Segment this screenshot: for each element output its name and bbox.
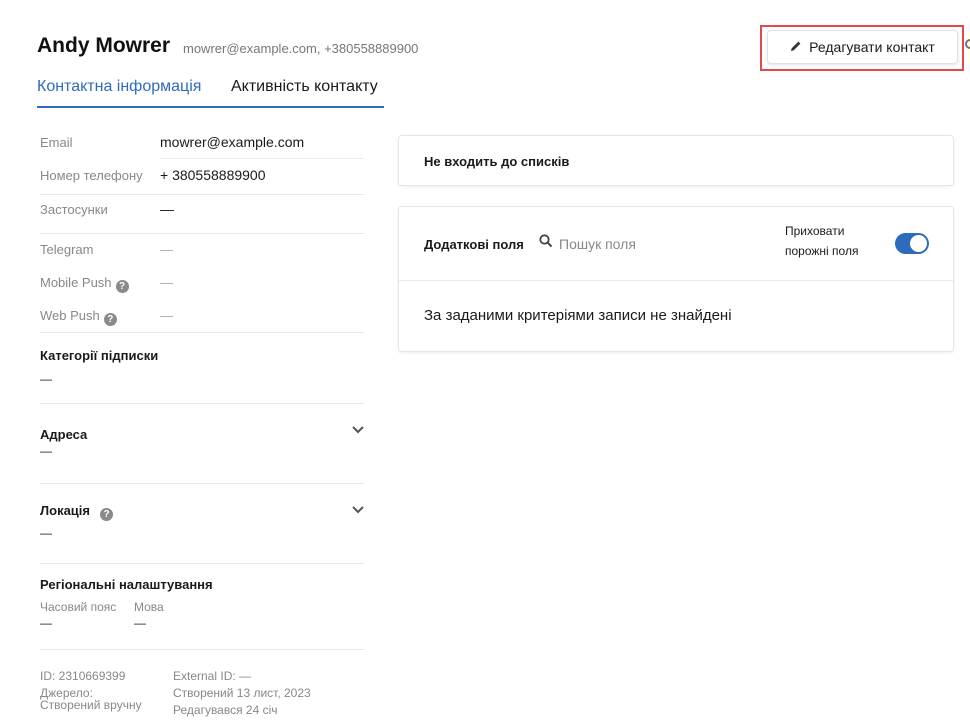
edit-contact-button[interactable]: Редагувати контакт — [767, 30, 958, 64]
source-value: Створений вручну — [40, 698, 142, 712]
additional-fields-card: Додаткові поля Приховати порожні поля За… — [398, 206, 954, 352]
field-search-input[interactable] — [559, 235, 729, 252]
contact-subtitle: mowrer@example.com, +380558889900 — [183, 41, 419, 56]
external-id: External ID: — — [173, 669, 252, 683]
hide-empty-toggle[interactable] — [895, 233, 929, 254]
contact-id: ID: 2310669399 — [40, 669, 126, 683]
mobile-push-value: — — [160, 275, 173, 290]
location-title: Локація — [40, 503, 90, 518]
divider — [40, 403, 364, 404]
phone-label: Номер телефону — [40, 168, 143, 183]
chevron-down-icon[interactable] — [351, 422, 365, 434]
divider — [40, 649, 364, 650]
web-push-label: Web Push — [40, 308, 100, 323]
web-push-row: Web Push? — [40, 308, 117, 326]
mobile-push-row: Mobile Push? — [40, 275, 129, 293]
phone-value: + 380558889900 — [160, 167, 266, 183]
additional-fields-title: Додаткові поля — [424, 237, 524, 252]
chevron-down-icon[interactable] — [351, 502, 365, 514]
edit-contact-label: Редагувати контакт — [809, 39, 935, 55]
divider — [40, 483, 364, 484]
tab-underline — [37, 106, 384, 108]
language-label: Мова — [134, 600, 164, 614]
lists-card: Не входить до списків — [398, 135, 954, 186]
divider — [160, 158, 364, 159]
subscription-title: Категорії підписки — [40, 348, 159, 363]
regional-title: Регіональні налаштування — [40, 577, 213, 592]
apps-value: — — [160, 201, 174, 217]
help-icon[interactable]: ? — [100, 508, 113, 521]
telegram-value: — — [160, 242, 173, 257]
toggle-knob — [910, 235, 927, 252]
timezone-label: Часовий пояс — [40, 600, 117, 614]
divider — [40, 233, 364, 234]
lists-status: Не входить до списків — [424, 154, 570, 169]
created-date: Створений 13 лист, 2023 — [173, 686, 311, 700]
help-icon[interactable]: ? — [103, 313, 117, 326]
search-icon — [539, 234, 553, 253]
help-icon[interactable]: ? — [115, 280, 129, 293]
pencil-icon — [790, 39, 802, 55]
divider — [40, 332, 364, 333]
subscription-value: — — [40, 372, 52, 386]
hide-empty-line2: порожні поля — [785, 244, 859, 258]
field-search — [539, 234, 729, 253]
divider — [40, 563, 364, 564]
tab-contact-info[interactable]: Контактна інформація — [37, 78, 201, 96]
apps-label: Застосунки — [40, 202, 108, 217]
timezone-value: — — [40, 616, 52, 630]
email-value: mowrer@example.com — [160, 134, 305, 150]
empty-results-message: За заданими критеріями записи не знайден… — [424, 307, 732, 324]
telegram-label: Telegram — [40, 242, 94, 257]
email-label: Email — [40, 135, 73, 150]
hide-empty-label: Приховати порожні поля — [785, 221, 885, 261]
edited-date: Редагувався 24 січ — [173, 703, 278, 717]
address-title: Адреса — [40, 427, 88, 442]
tab-contact-activity[interactable]: Активність контакту — [231, 78, 378, 96]
mobile-push-label: Mobile Push — [40, 275, 112, 290]
edge-ring-icon — [965, 39, 970, 49]
address-value: — — [40, 444, 52, 458]
location-value: — — [40, 526, 52, 540]
web-push-value: — — [160, 308, 173, 323]
hide-empty-line1: Приховати — [785, 224, 845, 238]
divider — [40, 194, 364, 195]
location-row: Локація? — [40, 503, 113, 521]
divider — [399, 280, 953, 281]
language-value: — — [134, 616, 146, 630]
contact-name: Andy Mowrer — [37, 34, 171, 57]
